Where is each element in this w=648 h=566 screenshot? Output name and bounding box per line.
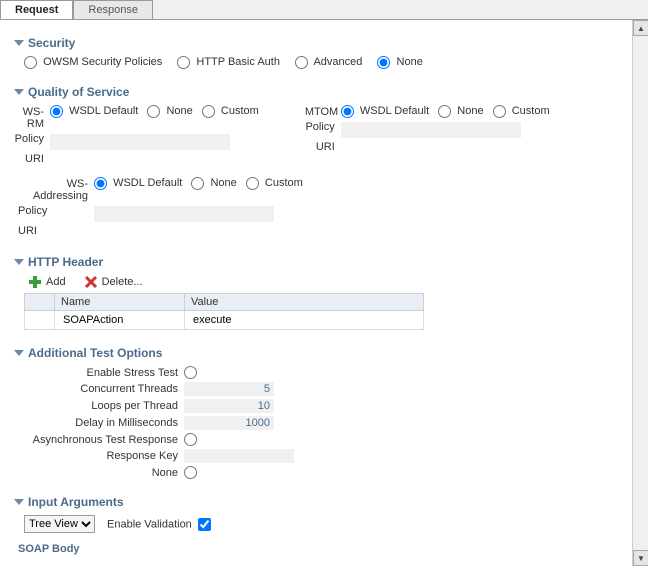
respkey-input[interactable] bbox=[184, 449, 294, 463]
security-advanced[interactable]: Advanced bbox=[295, 56, 362, 68]
header-value-input[interactable] bbox=[191, 313, 417, 327]
add-button[interactable]: Add bbox=[28, 275, 66, 289]
async-radio[interactable] bbox=[184, 433, 197, 446]
wsrm-none[interactable]: None bbox=[147, 105, 192, 117]
mtom-none[interactable]: None bbox=[438, 105, 483, 117]
wsaddr-policy-input[interactable] bbox=[94, 206, 274, 222]
mtom-uri-label: URI bbox=[305, 140, 341, 153]
wsrm-label: WS-RM bbox=[14, 105, 50, 130]
disclosure-icon bbox=[14, 89, 24, 95]
mtom-wsdl-default[interactable]: WSDL Default bbox=[341, 105, 429, 117]
vertical-scrollbar[interactable]: ▲ ▼ bbox=[632, 20, 648, 566]
wsaddr-custom[interactable]: Custom bbox=[246, 177, 303, 189]
threads-label: Concurrent Threads bbox=[24, 383, 184, 395]
loops-label: Loops per Thread bbox=[24, 400, 184, 412]
disclosure-icon bbox=[14, 499, 24, 505]
stress-radio[interactable] bbox=[184, 366, 197, 379]
qos-header[interactable]: Quality of Service bbox=[14, 85, 642, 99]
security-none[interactable]: None bbox=[377, 56, 422, 68]
none-label: None bbox=[24, 467, 184, 479]
wsaddr-wsdl-default[interactable]: WSDL Default bbox=[94, 177, 182, 189]
qos-title: Quality of Service bbox=[28, 85, 129, 99]
table-row bbox=[25, 311, 424, 330]
disclosure-icon bbox=[14, 259, 24, 265]
mtom-custom[interactable]: Custom bbox=[493, 105, 550, 117]
stress-label: Enable Stress Test bbox=[24, 367, 184, 379]
none-radio[interactable] bbox=[184, 466, 197, 479]
args-title: Input Arguments bbox=[28, 495, 124, 509]
http-title: HTTP Header bbox=[28, 255, 103, 269]
mtom-policy-input[interactable] bbox=[341, 122, 521, 138]
security-http[interactable]: HTTP Basic Auth bbox=[177, 56, 280, 68]
wsaddr-policy-label: Policy bbox=[14, 204, 94, 217]
view-select[interactable]: Tree View bbox=[24, 515, 95, 533]
wsrm-custom[interactable]: Custom bbox=[202, 105, 259, 117]
delay-label: Delay in Milliseconds bbox=[24, 417, 184, 429]
mtom-label: MTOM bbox=[305, 105, 341, 118]
tab-response[interactable]: Response bbox=[73, 0, 153, 19]
opts-title: Additional Test Options bbox=[28, 346, 162, 360]
threads-input[interactable] bbox=[184, 382, 274, 396]
http-header[interactable]: HTTP Header bbox=[14, 255, 642, 269]
plus-icon bbox=[28, 275, 42, 289]
wsrm-wsdl-default[interactable]: WSDL Default bbox=[50, 105, 138, 117]
x-icon bbox=[84, 275, 98, 289]
http-header-table: Name Value bbox=[24, 293, 424, 330]
wsaddr-uri-label: URI bbox=[14, 224, 94, 237]
scroll-up-icon[interactable]: ▲ bbox=[633, 20, 648, 36]
disclosure-icon bbox=[14, 40, 24, 46]
wsrm-uri-label: URI bbox=[14, 152, 50, 165]
async-label: Asynchronous Test Response bbox=[24, 434, 184, 446]
header-name-input[interactable] bbox=[61, 313, 178, 327]
loops-input[interactable] bbox=[184, 399, 274, 413]
wsaddr-none[interactable]: None bbox=[191, 177, 236, 189]
security-owsm[interactable]: OWSM Security Policies bbox=[24, 56, 162, 68]
enable-validation[interactable]: Enable Validation bbox=[107, 518, 214, 531]
col-name[interactable]: Name bbox=[55, 294, 185, 311]
args-header[interactable]: Input Arguments bbox=[14, 495, 642, 509]
tab-request[interactable]: Request bbox=[0, 0, 73, 19]
disclosure-icon bbox=[14, 350, 24, 356]
scroll-down-icon[interactable]: ▼ bbox=[633, 550, 648, 566]
col-value[interactable]: Value bbox=[185, 294, 424, 311]
soap-body-heading: SOAP Body bbox=[18, 543, 642, 555]
mtom-policy-label: Policy bbox=[305, 120, 341, 133]
respkey-label: Response Key bbox=[24, 450, 184, 462]
security-header[interactable]: Security bbox=[14, 36, 642, 50]
wsrm-policy-label: Policy bbox=[14, 132, 50, 145]
wsaddr-label: WS-Addressing bbox=[14, 177, 94, 202]
wsrm-policy-input[interactable] bbox=[50, 134, 230, 150]
security-title: Security bbox=[28, 36, 75, 50]
opts-header[interactable]: Additional Test Options bbox=[14, 346, 642, 360]
delete-button[interactable]: Delete... bbox=[84, 275, 143, 289]
delay-input[interactable] bbox=[184, 416, 274, 430]
